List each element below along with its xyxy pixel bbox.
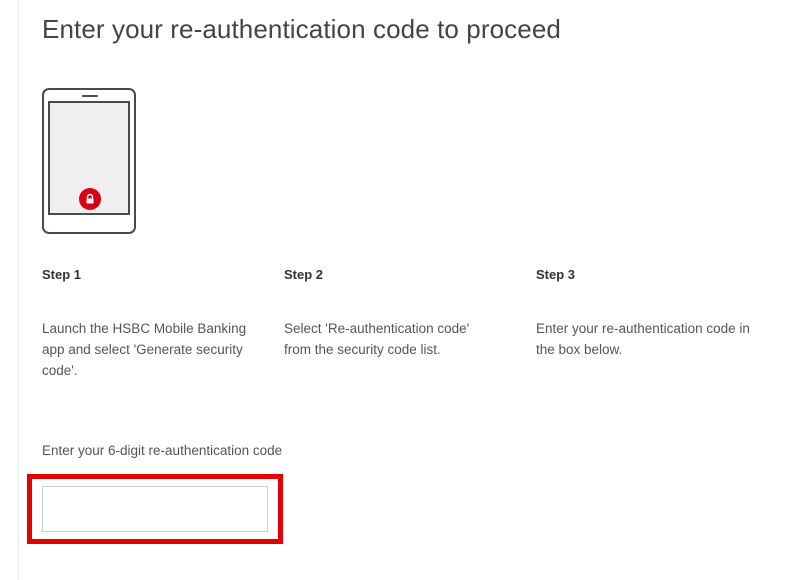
step-1-title: Step 1 (42, 267, 82, 282)
code-field-label: Enter your 6-digit re-authentication cod… (42, 443, 283, 458)
phone-screen (48, 101, 130, 215)
step-3-title: Step 3 (536, 267, 576, 282)
steps-list: Step 1 Launch the HSBC Mobile Banking ap… (42, 266, 782, 406)
step-3-text: Enter your re-authentication code in the… (536, 321, 750, 357)
step-1-text: Launch the HSBC Mobile Banking app and s… (42, 321, 247, 378)
step-1: Step 1 Launch the HSBC Mobile Banking ap… (42, 266, 262, 381)
step-3: Step 3 Enter your re-authentication code… (536, 266, 756, 360)
step-2: Step 2 Select 'Re-authentication code' f… (284, 266, 504, 360)
step-2-title: Step 2 (284, 267, 324, 282)
page-title: Enter your re-authentication code to pro… (42, 14, 561, 44)
lock-icon (79, 188, 101, 210)
phone-icon (42, 88, 136, 234)
reauth-panel: Enter your re-authentication code to pro… (18, 0, 793, 580)
code-field-highlight (27, 474, 283, 544)
reauth-code-input[interactable] (42, 486, 268, 532)
step-2-text: Select 'Re-authentication code' from the… (284, 321, 470, 357)
phone-speaker (82, 95, 98, 97)
